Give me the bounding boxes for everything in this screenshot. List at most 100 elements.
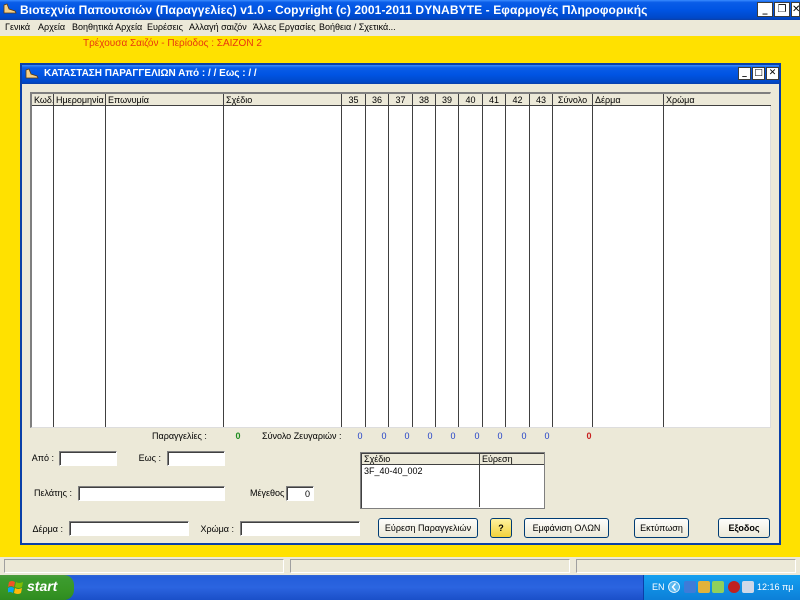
orders-status-window: ΚΑΤΑΣΤΑΣΗ ΠΑΡΑΓΓΕΛΙΩΝ Από : / / Εως : / … xyxy=(20,63,781,545)
design-list[interactable]: Σχέδιο Εύρεση 3F_40-40_002 xyxy=(360,452,545,509)
design-list-col-find[interactable]: Εύρεση xyxy=(480,454,544,465)
col-size-36[interactable]: 36 xyxy=(366,94,389,106)
col-size-41[interactable]: 41 xyxy=(483,94,506,106)
color-label: Χρώμα : xyxy=(200,524,234,534)
minimize-button[interactable]: _ xyxy=(757,2,773,17)
child-title: ΚΑΤΑΣΤΑΣΗ ΠΑΡΑΓΓΕΛΙΩΝ Από : / / Εως : / … xyxy=(44,68,257,79)
grid-divider xyxy=(552,106,553,427)
child-close-button[interactable]: ✕ xyxy=(766,67,779,80)
show-all-button[interactable]: Εμφάνιση ΟΛΩΝ xyxy=(524,518,609,538)
col-size-40[interactable]: 40 xyxy=(459,94,483,106)
child-minimize-button[interactable]: _ xyxy=(738,67,751,80)
design-list-divider xyxy=(479,465,480,507)
grid-divider xyxy=(592,106,593,427)
col-design[interactable]: Σχέδιο xyxy=(224,94,342,106)
start-label: start xyxy=(27,578,58,594)
app-title: Βιοτεχνία Παπουτσιών (Παραγγελίες) v1.0 … xyxy=(20,3,648,17)
from-date-input[interactable] xyxy=(59,451,117,466)
start-button[interactable]: start xyxy=(0,575,74,600)
grid-divider xyxy=(105,106,106,427)
print-button[interactable]: Εκτύπωση xyxy=(634,518,689,538)
grid-divider xyxy=(435,106,436,427)
customer-label: Πελάτης : xyxy=(34,488,72,498)
grid-divider xyxy=(223,106,224,427)
status-pane xyxy=(576,559,796,573)
col-size-37[interactable]: 37 xyxy=(389,94,413,106)
grid-divider xyxy=(482,106,483,427)
to-label: Εως : xyxy=(138,453,161,463)
total-size-38: 0 xyxy=(427,431,433,441)
status-pane xyxy=(4,559,284,573)
grid-divider xyxy=(458,106,459,427)
col-color[interactable]: Χρώμα xyxy=(664,94,771,106)
volume-icon[interactable] xyxy=(742,581,754,593)
size-input[interactable] xyxy=(286,486,314,501)
grid-divider xyxy=(388,106,389,427)
grand-total: 0 xyxy=(586,431,592,441)
leather-label: Δέρμα : xyxy=(32,524,63,534)
season-banner: Τρέχουσα Σαιζόν - Περίοδος : ΣΑΙΖΟΝ 2 xyxy=(83,38,262,49)
grid-divider xyxy=(412,106,413,427)
menu-help-about[interactable]: Βοήθεια / Σχετικά... xyxy=(319,22,396,32)
close-button[interactable]: ✕ xyxy=(791,2,800,17)
menu-files[interactable]: Αρχεία xyxy=(38,22,65,32)
orders-count-label: Παραγγελίες : xyxy=(152,431,207,441)
col-size-35[interactable]: 35 xyxy=(342,94,366,106)
col-leather[interactable]: Δέρμα xyxy=(593,94,664,106)
col-size-42[interactable]: 42 xyxy=(506,94,530,106)
network-icon[interactable] xyxy=(684,581,696,593)
language-indicator[interactable]: EN xyxy=(652,582,665,592)
design-list-item[interactable]: 3F_40-40_002 xyxy=(364,466,423,476)
clock: 12:16 πμ xyxy=(757,582,794,592)
find-orders-button[interactable]: Εύρεση Παραγγελιών xyxy=(378,518,478,538)
total-pairs-label: Σύνολο Ζευγαριών : xyxy=(262,431,342,441)
grid-divider xyxy=(505,106,506,427)
menu-other-tasks[interactable]: Άλλες Εργασίες xyxy=(253,22,316,32)
menu-bar: Γενικά Αρχεία Βοηθητικά Αρχεία Ευρέσεις … xyxy=(0,20,800,36)
col-size-38[interactable]: 38 xyxy=(413,94,436,106)
status-pane xyxy=(290,559,570,573)
shoe-icon xyxy=(3,3,17,14)
restore-button[interactable]: ❐ xyxy=(774,2,790,17)
total-size-43: 0 xyxy=(544,431,550,441)
total-size-42: 0 xyxy=(521,431,527,441)
design-list-col-design[interactable]: Σχέδιο xyxy=(362,454,480,465)
customer-input[interactable] xyxy=(78,486,225,501)
grid-divider xyxy=(365,106,366,427)
alert-icon[interactable] xyxy=(728,581,740,593)
col-total[interactable]: Σύνολο xyxy=(553,94,593,106)
taskbar: start EN 12:16 πμ xyxy=(0,575,800,600)
total-size-35: 0 xyxy=(357,431,363,441)
leather-input[interactable] xyxy=(69,521,189,536)
child-maximize-button[interactable]: □ xyxy=(752,67,765,80)
grid-divider xyxy=(53,106,54,427)
grid-divider xyxy=(663,106,664,427)
help-button[interactable]: ? xyxy=(490,518,512,538)
menu-searches[interactable]: Ευρέσεις xyxy=(147,22,183,32)
col-code[interactable]: Κωδ. xyxy=(32,94,54,106)
total-size-39: 0 xyxy=(450,431,456,441)
total-size-36: 0 xyxy=(381,431,387,441)
total-size-40: 0 xyxy=(474,431,480,441)
menu-change-season[interactable]: Αλλαγή σαιζόν xyxy=(189,22,247,32)
menu-aux-files[interactable]: Βοηθητικά Αρχεία xyxy=(72,22,142,32)
chevron-left-icon[interactable] xyxy=(668,580,680,594)
col-size-39[interactable]: 39 xyxy=(436,94,459,106)
security-icon[interactable] xyxy=(698,581,710,593)
system-tray: EN 12:16 πμ xyxy=(643,575,800,600)
from-label: Από : xyxy=(31,453,54,463)
antivirus-icon[interactable] xyxy=(712,581,724,593)
grid-divider xyxy=(529,106,530,427)
to-date-input[interactable] xyxy=(167,451,225,466)
color-input[interactable] xyxy=(240,521,360,536)
exit-button[interactable]: Εξοδος xyxy=(718,518,770,538)
app-title-bar[interactable]: Βιοτεχνία Παπουτσιών (Παραγγελίες) v1.0 … xyxy=(0,0,800,20)
size-label: Μέγεθος : xyxy=(250,488,290,498)
col-name[interactable]: Επωνυμία xyxy=(106,94,224,106)
menu-general[interactable]: Γενικά xyxy=(5,22,30,32)
col-size-43[interactable]: 43 xyxy=(530,94,553,106)
grid-divider xyxy=(341,106,342,427)
orders-grid[interactable]: Κωδ. Ημερομηνία Επωνυμία Σχέδιο 35 36 37… xyxy=(30,92,771,428)
child-title-bar[interactable]: ΚΑΤΑΣΤΑΣΗ ΠΑΡΑΓΓΕΛΙΩΝ Από : / / Εως : / … xyxy=(22,65,779,84)
col-date[interactable]: Ημερομηνία xyxy=(54,94,106,106)
